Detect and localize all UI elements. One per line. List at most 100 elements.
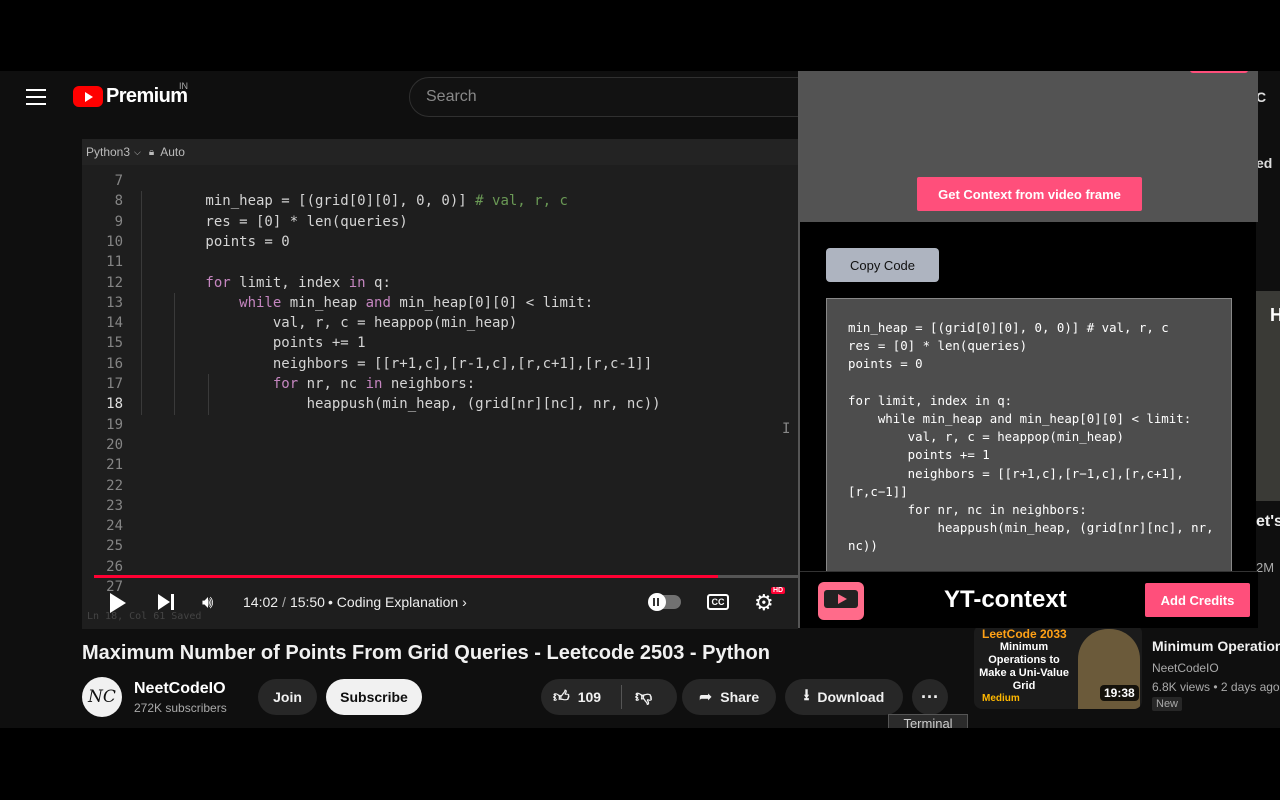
indent-guide <box>174 292 175 415</box>
video-frame-preview: Get Context from video frame <box>800 71 1258 222</box>
lock-icon: 🔒︎ <box>148 146 155 158</box>
side-video-title[interactable]: et's Does <box>1256 511 1280 533</box>
copy-code-button[interactable]: Copy Code <box>826 248 939 282</box>
code-text: res = [0] * len(queries) <box>138 212 408 232</box>
like-button[interactable]: 👍︎ 109 👎︎ <box>541 679 677 715</box>
code-text: for nr, nc in neighbors: <box>138 374 475 394</box>
video-title: Maximum Number of Points From Grid Queri… <box>82 642 770 664</box>
progress-bar[interactable] <box>94 575 798 578</box>
time-separator: / <box>282 594 286 610</box>
search-input[interactable]: Search <box>409 77 809 117</box>
code-line: 26 <box>82 557 798 577</box>
thumbs-up-icon: 👍︎ <box>553 688 570 706</box>
code-text: for limit, index in q: <box>138 273 391 293</box>
code-line: 24 <box>82 516 798 536</box>
editor-toolbar: Python3 ⌵ 🔒︎ Auto <box>82 139 798 165</box>
code-line: 14 val, r, c = heappop(min_heap) <box>82 313 798 333</box>
code-token: min_heap <box>281 294 366 311</box>
subscriber-count: 272K subscribers <box>134 701 227 715</box>
code-token: heappush(min_heap, (grid[nr][nc], nr, nc… <box>138 396 661 413</box>
download-icon: ⭳ <box>803 686 810 704</box>
youtube-page: Premium IN Search C ed Python3 ⌵ 🔒︎ Auto… <box>0 71 1280 728</box>
text-cursor-icon: I <box>782 421 791 437</box>
code-line: 22 <box>82 476 798 496</box>
line-number: 13 <box>106 294 123 311</box>
extracted-code-box[interactable]: min_heap = [(grid[0][0], 0, 0)] # val, r… <box>826 298 1232 578</box>
line-number: 25 <box>106 538 123 555</box>
extension-footer: YT-context Add Credits <box>800 571 1258 628</box>
code-comment: # val, r, c <box>475 193 568 210</box>
line-number: 23 <box>106 497 123 514</box>
download-label: Download <box>817 689 885 705</box>
share-button[interactable]: ➦ Share <box>682 679 776 715</box>
side-video-views: 2M <box>1256 560 1275 575</box>
settings-gear-icon[interactable]: ⚙ <box>754 590 774 616</box>
line-number: 26 <box>106 558 123 575</box>
line-number: 22 <box>106 477 123 494</box>
join-button[interactable]: Join <box>258 679 317 715</box>
line-number: 21 <box>106 457 123 474</box>
channel-avatar[interactable]: NC <box>82 677 122 717</box>
volume-icon[interactable]: 🔊︎ <box>202 592 213 613</box>
code-line: 15 points += 1 <box>82 333 798 353</box>
more-actions-button[interactable]: ··· <box>912 679 948 715</box>
code-line: 10 points = 0 <box>82 232 798 252</box>
captions-icon[interactable]: CC <box>707 594 729 610</box>
play-icon[interactable] <box>110 593 126 613</box>
code-line: 8 min_heap = [(grid[0][0], 0, 0)] # val,… <box>82 191 798 211</box>
code-line: 21 <box>82 455 798 475</box>
code-text: heappush(min_heap, (grid[nr][nc], nr, nc… <box>138 394 661 414</box>
youtube-play-icon <box>73 86 103 107</box>
thumb-difficulty: Medium <box>982 693 1020 704</box>
subscribe-button[interactable]: Subscribe <box>326 679 422 715</box>
code-token: limit, index <box>230 274 349 291</box>
line-number: 12 <box>106 274 123 291</box>
yt-context-logo-icon <box>818 582 864 620</box>
add-credits-button[interactable]: Add Credits <box>1145 583 1250 617</box>
code-text: points += 1 <box>138 333 366 353</box>
code-token: q: <box>365 274 391 291</box>
get-context-button[interactable]: Get Context from video frame <box>917 177 1142 211</box>
indent-guide <box>208 374 209 415</box>
code-token: points = 0 <box>138 233 290 250</box>
code-keyword: and <box>365 294 391 311</box>
download-button[interactable]: ⭳ Download <box>785 679 903 715</box>
extension-name: YT-context <box>944 586 1067 613</box>
line-number: 19 <box>106 416 123 433</box>
autoplay-toggle[interactable] <box>648 593 681 611</box>
youtube-premium-logo[interactable]: Premium IN <box>73 81 188 108</box>
line-number: 18 <box>106 396 123 413</box>
code-text: val, r, c = heappop(min_heap) <box>138 313 517 333</box>
video-player[interactable]: Python3 ⌵ 🔒︎ Auto 7 8 min_heap = [(grid[0… <box>82 139 798 629</box>
code-line: 7 <box>82 171 798 191</box>
chevron-right-icon: › <box>462 594 467 610</box>
suggested-video-title[interactable]: Minimum Operations... Uni-Value Grid - L… <box>1152 636 1280 656</box>
code-token: min_heap = [(grid[0][0], 0, 0)] <box>138 193 476 210</box>
code-line: 13 while min_heap and min_heap[0][0] < l… <box>82 293 798 313</box>
chapter-button[interactable]: • Coding Explanation › <box>328 594 467 610</box>
like-divider <box>621 685 622 709</box>
code-keyword: in <box>348 274 366 291</box>
thumbs-down-icon[interactable]: 👎︎ <box>635 686 652 707</box>
suggested-video-duration: 19:38 <box>1100 685 1139 701</box>
code-text: while min_heap and min_heap[0][0] < limi… <box>138 293 593 313</box>
hamburger-menu-icon[interactable] <box>26 89 46 105</box>
line-number: 9 <box>114 213 123 230</box>
code-token: res = [0] * len(queries) <box>138 213 408 230</box>
line-number: 8 <box>114 193 123 210</box>
right-chip-fragment: ed <box>1256 155 1273 171</box>
code-line: 19 <box>82 415 798 435</box>
current-time: 14:02 <box>243 594 279 610</box>
thumb-brand: LeetCode 2033 <box>982 627 1067 641</box>
thumb-caption: Minimum Operations to Make a Uni-Value G… <box>979 641 1069 692</box>
channel-name[interactable]: NeetCodeIO <box>134 680 226 698</box>
code-token: points += 1 <box>138 335 366 352</box>
code-line: 20 <box>82 435 798 455</box>
suggested-video-channel[interactable]: NeetCodeIO <box>1152 661 1219 675</box>
code-line: 16 neighbors = [[r+1,c],[r-1,c],[r,c+1],… <box>82 354 798 374</box>
search-placeholder: Search <box>426 88 477 105</box>
code-text: neighbors = [[r+1,c],[r-1,c],[r,c+1],[r,… <box>138 354 652 374</box>
logo-text: Premium <box>106 85 188 107</box>
top-edge-button[interactable] <box>1190 71 1248 73</box>
yt-context-extension-panel: Get Context from video frame Copy Code m… <box>798 71 1258 628</box>
